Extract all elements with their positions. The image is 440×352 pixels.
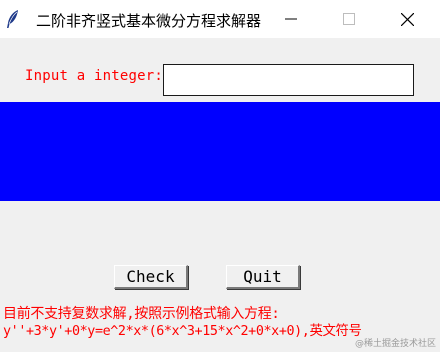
window-title: 二阶非齐竖式基本微分方程求解器	[36, 12, 262, 30]
minimize-button[interactable]	[268, 0, 314, 38]
example-equation-text: y''+3*y'+0*y=e^2*x*(6*x^3+15*x^2+0*x+0),…	[3, 324, 362, 339]
output-panel	[0, 102, 440, 201]
input-label: Input a integer:	[25, 68, 164, 84]
maximize-icon	[343, 13, 355, 25]
check-button[interactable]: Check	[114, 265, 188, 289]
feather-icon	[5, 9, 21, 29]
integer-input[interactable]	[163, 64, 414, 96]
title-bar[interactable]: 二阶非齐竖式基本微分方程求解器	[0, 0, 440, 38]
minimize-icon	[285, 18, 297, 20]
quit-button[interactable]: Quit	[226, 265, 300, 289]
close-icon	[400, 12, 414, 26]
close-button[interactable]	[384, 0, 430, 38]
watermark-text: @稀土掘金技术社区	[355, 339, 437, 349]
maximize-button[interactable]	[326, 0, 372, 38]
